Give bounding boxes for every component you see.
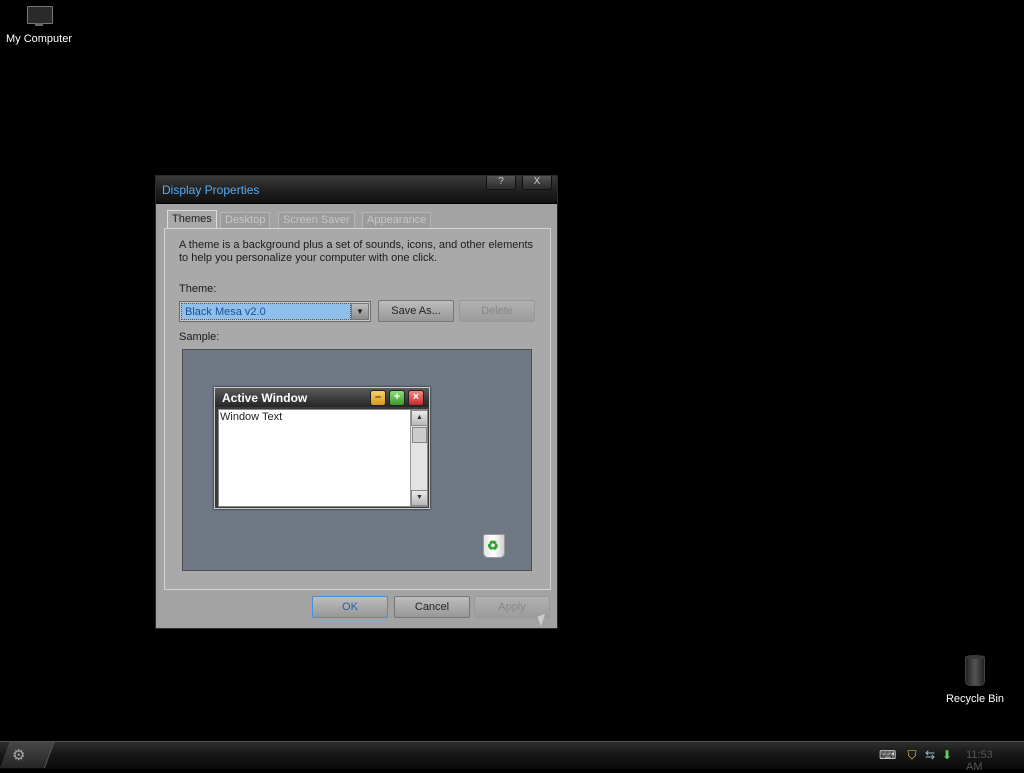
minimize-icon: – (370, 390, 386, 406)
theme-dropdown-value: Black Mesa v2.0 (181, 303, 351, 320)
security-shield-icon[interactable]: ⛉ (905, 748, 919, 762)
close-icon: × (408, 390, 424, 406)
keyboard-icon[interactable]: ⌨ (879, 748, 896, 762)
theme-sample-preview: Active Window – + × Window Text ▲ ▼ ♻ (182, 349, 532, 571)
theme-dropdown[interactable]: Black Mesa v2.0 ▼ (179, 301, 371, 322)
desktop-icon-my-computer[interactable]: My Computer (0, 6, 78, 45)
monitor-icon (26, 6, 53, 26)
desktop-icon-label: Recycle Bin (945, 693, 1005, 705)
scroll-down-icon: ▼ (411, 490, 428, 506)
save-as-button[interactable]: Save As... (378, 300, 454, 322)
description-text: A theme is a background plus a set of so… (179, 239, 534, 264)
recycle-bin-icon: ♻ (481, 530, 505, 558)
update-icon[interactable]: ⬇ (940, 748, 954, 762)
themes-panel: A theme is a background plus a set of so… (164, 228, 551, 590)
taskbar: ⚙ ⌨ ⛉ ⇆ ⬇ 11:53 AM (0, 741, 1024, 773)
network-icon[interactable]: ⇆ (923, 748, 937, 762)
sample-window-title: Active Window (222, 391, 308, 405)
start-logo-icon: ⚙ (12, 747, 26, 764)
sample-scrollbar: ▲ ▼ (410, 410, 428, 506)
chevron-down-icon[interactable]: ▼ (351, 303, 369, 320)
ok-button[interactable]: OK (312, 596, 388, 618)
title-bar[interactable]: Display Properties ? X (156, 176, 557, 204)
maximize-icon: + (389, 390, 405, 406)
desktop-icon-label: My Computer (5, 33, 73, 45)
window-title: Display Properties (162, 183, 260, 197)
theme-label: Theme: (179, 283, 217, 295)
sample-window-titlebar: Active Window – + × (215, 388, 429, 407)
apply-button[interactable]: Apply (474, 596, 550, 618)
close-button[interactable]: X (522, 176, 552, 190)
sample-window-text: Window Text (220, 411, 283, 423)
sample-window: Active Window – + × Window Text ▲ ▼ (214, 387, 430, 509)
display-properties-dialog: Display Properties ? X Themes Desktop Sc… (155, 175, 558, 629)
recycle-bin-icon (965, 655, 985, 686)
start-button[interactable] (0, 742, 55, 768)
tab-screen-saver[interactable]: Screen Saver (278, 212, 355, 228)
tab-themes[interactable]: Themes (167, 210, 217, 229)
desktop-icon-recycle-bin[interactable]: Recycle Bin (940, 655, 1010, 705)
sample-window-body: Window Text ▲ ▼ (218, 409, 428, 507)
delete-button[interactable]: Delete (459, 300, 535, 322)
help-button[interactable]: ? (486, 176, 516, 190)
sample-label: Sample: (179, 331, 220, 343)
tab-appearance[interactable]: Appearance (362, 212, 432, 228)
cancel-button[interactable]: Cancel (394, 596, 470, 618)
tab-desktop[interactable]: Desktop (220, 212, 271, 228)
scroll-up-icon: ▲ (411, 410, 428, 426)
scroll-thumb (412, 427, 427, 443)
clock[interactable]: 11:53 AM (966, 749, 993, 773)
